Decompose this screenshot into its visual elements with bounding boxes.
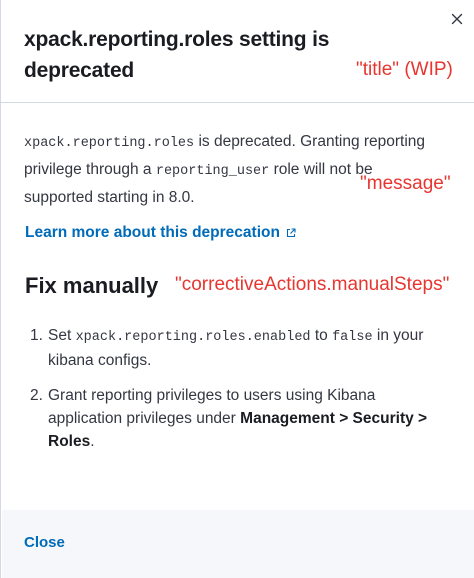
step-text-pre: Set (48, 327, 76, 344)
step-number: 2. (30, 387, 43, 404)
fix-manually-heading: Fix manually (25, 273, 159, 298)
list-item: 1. Set xpack.reporting.roles.enabled to … (30, 324, 450, 372)
step-text: Set xpack.reporting.roles.enabled to fal… (48, 324, 450, 372)
step-number: 1. (30, 327, 43, 344)
step-text-post: . (90, 433, 95, 450)
message-code-setting: xpack.reporting.roles (24, 136, 195, 151)
deprecation-message: xpack.reporting.roles is deprecated. Gra… (24, 129, 439, 211)
annotation-title: "title" (WIP) (356, 59, 453, 80)
close-icon[interactable] (447, 9, 467, 29)
step-code-setting: xpack.reporting.roles.enabled (75, 330, 311, 345)
learn-more-label: Learn more about this deprecation (25, 224, 280, 241)
manual-steps-list: 1. Set xpack.reporting.roles.enabled to … (30, 324, 450, 465)
flyout-footer: Close (2, 510, 474, 578)
annotation-manual-steps: "correctiveActions.manualSteps" (175, 274, 450, 295)
deprecation-flyout: xpack.reporting.roles setting is depreca… (0, 0, 474, 578)
close-button[interactable]: Close (24, 534, 65, 551)
step-code-value: false (332, 330, 373, 345)
learn-more-link[interactable]: Learn more about this deprecation (25, 222, 297, 244)
step-text: Grant reporting privileges to users usin… (48, 384, 450, 453)
step-text-mid: to (310, 327, 333, 344)
message-code-role: reporting_user (155, 164, 270, 179)
popout-icon (285, 227, 297, 239)
list-item: 2. Grant reporting privileges to users u… (30, 384, 450, 453)
flyout-header: xpack.reporting.roles setting is depreca… (1, 0, 474, 103)
annotation-message: "message" (360, 173, 451, 194)
